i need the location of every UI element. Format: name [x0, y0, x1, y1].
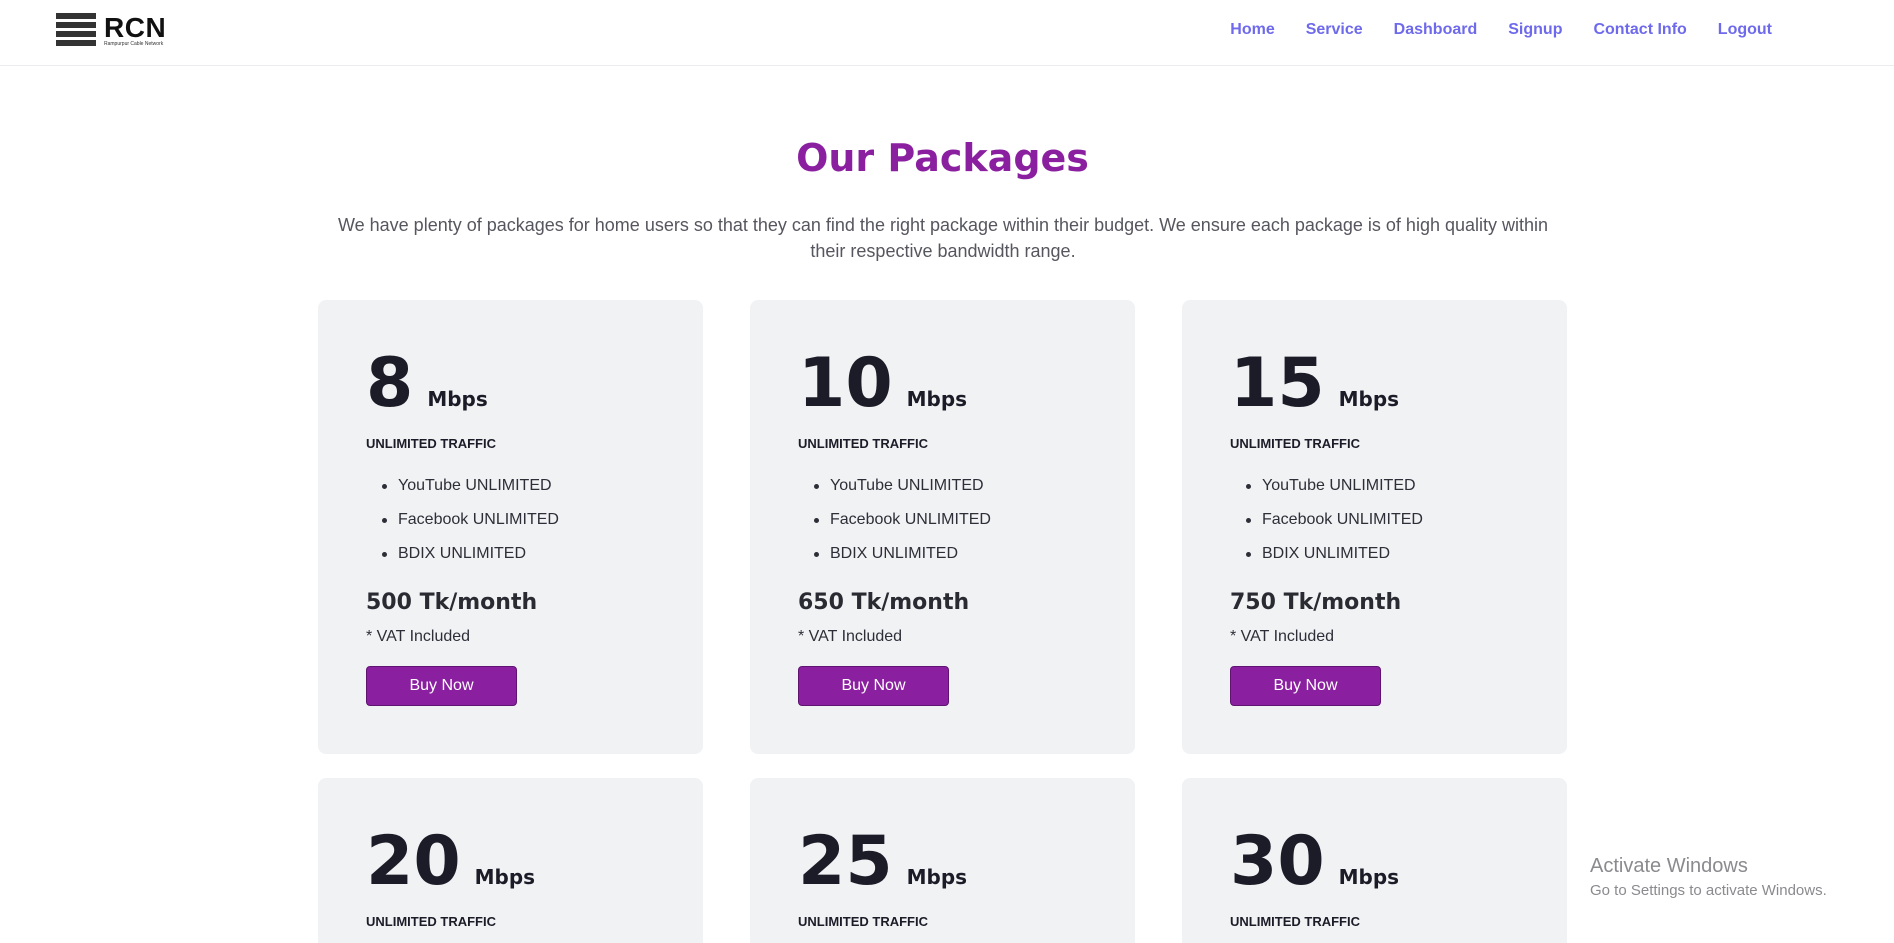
- package-speed: 30 Mbps: [1230, 828, 1399, 896]
- section-title: Our Packages: [796, 136, 1089, 180]
- speed-unit: Mbps: [474, 865, 536, 889]
- vat-note: * VAT Included: [366, 628, 471, 645]
- feature-item: YouTube UNLIMITED: [1230, 476, 1423, 510]
- speed-unit: Mbps: [1338, 387, 1400, 411]
- buy-now-button[interactable]: Buy Now: [798, 666, 949, 706]
- speed-value: 20: [366, 822, 461, 901]
- speed-value: 30: [1230, 822, 1325, 901]
- speed-value: 15: [1230, 344, 1325, 423]
- buy-now-button[interactable]: Buy Now: [1230, 666, 1381, 706]
- main-nav: Home Service Dashboard Signup Contact In…: [1230, 21, 1772, 39]
- logo-text: RCN: [104, 12, 167, 43]
- nav-dashboard[interactable]: Dashboard: [1394, 21, 1478, 39]
- traffic-label: UNLIMITED TRAFFIC: [366, 914, 496, 929]
- package-price: 650 Tk/month: [798, 590, 970, 615]
- nav-contact-info[interactable]: Contact Info: [1593, 21, 1686, 39]
- traffic-label: UNLIMITED TRAFFIC: [1230, 436, 1360, 451]
- speed-value: 25: [798, 822, 893, 901]
- package-speed: 15 Mbps: [1230, 350, 1399, 418]
- package-card: 25 Mbps UNLIMITED TRAFFIC: [750, 778, 1135, 943]
- feature-item: BDIX UNLIMITED: [366, 544, 559, 578]
- package-card: 30 Mbps UNLIMITED TRAFFIC: [1182, 778, 1567, 943]
- logo-icon: [56, 13, 96, 49]
- feature-item: BDIX UNLIMITED: [798, 544, 991, 578]
- package-price: 500 Tk/month: [366, 590, 538, 615]
- speed-unit: Mbps: [906, 865, 968, 889]
- traffic-label: UNLIMITED TRAFFIC: [798, 914, 928, 929]
- watermark-title: Activate Windows: [1590, 855, 1748, 877]
- traffic-label: UNLIMITED TRAFFIC: [798, 436, 928, 451]
- speed-value: 10: [798, 344, 893, 423]
- feature-item: Facebook UNLIMITED: [366, 510, 559, 544]
- speed-unit: Mbps: [1338, 865, 1400, 889]
- package-card: 15 Mbps UNLIMITED TRAFFIC YouTube UNLIMI…: [1182, 300, 1567, 754]
- speed-unit: Mbps: [906, 387, 968, 411]
- feature-item: YouTube UNLIMITED: [366, 476, 559, 510]
- vat-note: * VAT Included: [1230, 628, 1335, 645]
- buy-now-button[interactable]: Buy Now: [366, 666, 517, 706]
- nav-logout[interactable]: Logout: [1718, 21, 1772, 39]
- traffic-label: UNLIMITED TRAFFIC: [1230, 914, 1360, 929]
- feature-list: YouTube UNLIMITED Facebook UNLIMITED BDI…: [1230, 476, 1423, 578]
- package-speed: 25 Mbps: [798, 828, 967, 896]
- package-card: 20 Mbps UNLIMITED TRAFFIC: [318, 778, 703, 943]
- feature-item: YouTube UNLIMITED: [798, 476, 991, 510]
- feature-item: Facebook UNLIMITED: [1230, 510, 1423, 544]
- nav-home[interactable]: Home: [1230, 21, 1274, 39]
- package-speed: 10 Mbps: [798, 350, 967, 418]
- activate-windows-watermark: Activate Windows Go to Settings to activ…: [1590, 855, 1827, 899]
- logo-subtext: Rampurpur Cable Network: [104, 41, 164, 47]
- feature-list: YouTube UNLIMITED Facebook UNLIMITED BDI…: [366, 476, 559, 578]
- feature-item: Facebook UNLIMITED: [798, 510, 991, 544]
- site-header: RCN Rampurpur Cable Network Home Service…: [0, 0, 1894, 66]
- speed-value: 8: [366, 344, 414, 423]
- feature-item: BDIX UNLIMITED: [1230, 544, 1423, 578]
- watermark-subtitle: Go to Settings to activate Windows.: [1590, 882, 1827, 899]
- package-speed: 20 Mbps: [366, 828, 535, 896]
- feature-list: YouTube UNLIMITED Facebook UNLIMITED BDI…: [798, 476, 991, 578]
- package-speed: 8 Mbps: [366, 350, 488, 418]
- package-price: 750 Tk/month: [1230, 590, 1402, 615]
- traffic-label: UNLIMITED TRAFFIC: [366, 436, 496, 451]
- package-card: 10 Mbps UNLIMITED TRAFFIC YouTube UNLIMI…: [750, 300, 1135, 754]
- section-description: We have plenty of packages for home user…: [337, 215, 1549, 261]
- package-card: 8 Mbps UNLIMITED TRAFFIC YouTube UNLIMIT…: [318, 300, 703, 754]
- vat-note: * VAT Included: [798, 628, 903, 645]
- nav-signup[interactable]: Signup: [1508, 21, 1562, 39]
- nav-service[interactable]: Service: [1306, 21, 1363, 39]
- speed-unit: Mbps: [427, 387, 488, 411]
- logo[interactable]: RCN Rampurpur Cable Network: [56, 12, 174, 51]
